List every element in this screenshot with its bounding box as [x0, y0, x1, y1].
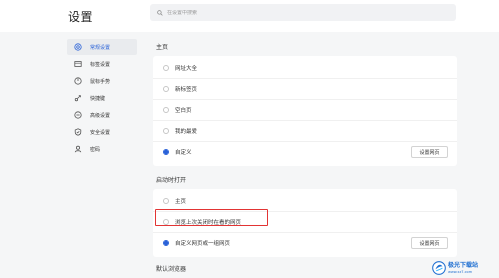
homepage-option[interactable]: 网址大全	[153, 58, 457, 79]
sidebar-item-advanced[interactable]: 高级设置	[67, 107, 137, 123]
radio-button-selected[interactable]	[163, 149, 169, 155]
radio-button[interactable]	[163, 86, 169, 92]
page-title: 设置	[68, 10, 94, 24]
option-label: 网址大全	[175, 66, 198, 72]
tab-icon	[72, 60, 84, 68]
sidebar-item-general[interactable]: 常规设置	[67, 39, 137, 55]
watermark: 极光下载站 www.xz7.com	[432, 258, 498, 278]
section-title-default-browser: 默认浏览器	[156, 266, 187, 273]
shortcut-icon	[72, 94, 84, 102]
section-title-startup: 启动时打开	[156, 177, 187, 184]
sidebar-item-label: 安全设置	[90, 129, 111, 136]
set-startup-pages-button[interactable]: 设置网页	[411, 237, 448, 249]
startup-option[interactable]: 浏览上次关闭时在看的网页	[153, 212, 457, 233]
option-label: 自定义	[175, 150, 192, 156]
sidebar-item-security[interactable]: 安全设置	[67, 124, 137, 140]
radio-button[interactable]	[163, 107, 169, 113]
sidebar-item-label: 常规设置	[90, 44, 111, 51]
sidebar-item-password[interactable]: 密码	[67, 141, 137, 157]
watermark-logo-icon	[432, 261, 446, 275]
advanced-icon	[72, 111, 84, 119]
header: 设置	[0, 0, 499, 32]
set-homepage-button[interactable]: 设置网页	[411, 146, 448, 158]
sidebar-item-label: 快捷键	[90, 95, 106, 102]
startup-option[interactable]: 主页	[153, 191, 457, 212]
startup-option[interactable]: 自定义网页或一组网页 设置网页	[153, 233, 457, 253]
search-input[interactable]	[167, 9, 427, 16]
settings-main: 主页 网址大全 新标签页 空白页 我的最爱 自定义 设置网页 启动时打开 主页	[148, 32, 460, 278]
homepage-option[interactable]: 空白页	[153, 100, 457, 121]
search-icon	[157, 9, 163, 16]
option-label: 自定义网页或一组网页	[175, 241, 231, 247]
search-box[interactable]	[150, 4, 456, 21]
sidebar-item-shortcuts[interactable]: 快捷键	[67, 90, 137, 106]
startup-card: 主页 浏览上次关闭时在看的网页 自定义网页或一组网页 设置网页	[153, 189, 457, 257]
homepage-option[interactable]: 自定义 设置网页	[153, 142, 457, 162]
user-key-icon	[72, 145, 84, 153]
homepage-option[interactable]: 我的最爱	[153, 121, 457, 142]
mouse-icon	[72, 77, 84, 85]
radio-button[interactable]	[163, 198, 169, 204]
watermark-name: 极光下载站	[448, 261, 479, 269]
option-label: 空白页	[175, 108, 192, 114]
watermark-url: www.xz7.com	[448, 269, 473, 274]
sidebar-item-mouse-gestures[interactable]: 鼠标手势	[67, 73, 137, 89]
section-title-homepage: 主页	[156, 44, 169, 51]
radio-button[interactable]	[163, 219, 169, 225]
sidebar-item-label: 标签设置	[90, 61, 111, 68]
option-label: 新标签页	[175, 87, 198, 93]
gear-circle-icon	[72, 43, 84, 51]
homepage-card: 网址大全 新标签页 空白页 我的最爱 自定义 设置网页	[153, 56, 457, 166]
option-label: 主页	[175, 199, 187, 205]
sidebar-item-tabs[interactable]: 标签设置	[67, 56, 137, 72]
option-label: 浏览上次关闭时在看的网页	[175, 220, 242, 226]
sidebar-item-label: 高级设置	[90, 112, 111, 119]
sidebar: 常规设置 标签设置 鼠标手势 快捷键 高级设置 安全设置 密码	[67, 39, 137, 158]
sidebar-item-label: 密码	[90, 146, 101, 153]
shield-icon	[72, 128, 84, 136]
homepage-option[interactable]: 新标签页	[153, 79, 457, 100]
radio-button[interactable]	[163, 65, 169, 71]
sidebar-item-label: 鼠标手势	[90, 78, 111, 85]
radio-button-selected[interactable]	[163, 240, 169, 246]
option-label: 我的最爱	[175, 129, 198, 135]
radio-button[interactable]	[163, 128, 169, 134]
